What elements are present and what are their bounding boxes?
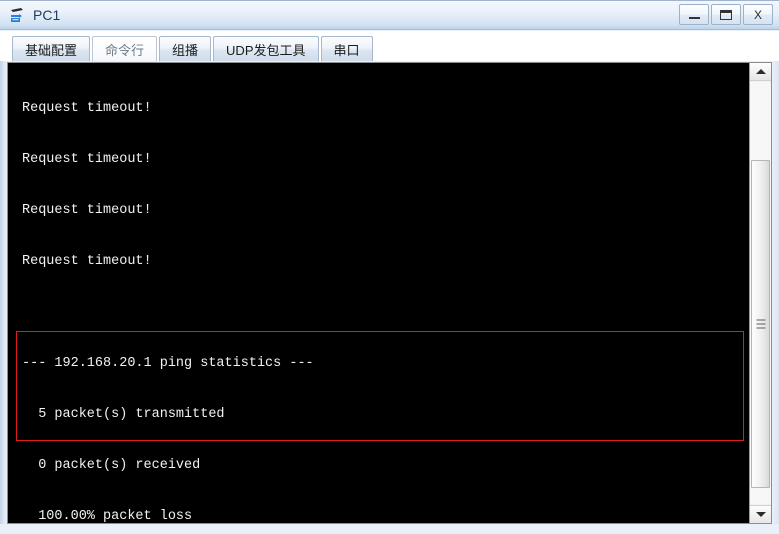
pc1-window: PC1 X 基础配置 命令行 组播 UDP发包工具 串口 Request tim… bbox=[0, 0, 779, 534]
tab-label: 命令行 bbox=[105, 42, 145, 58]
tab-multicast[interactable]: 组播 bbox=[159, 36, 212, 61]
window-left-edge bbox=[0, 61, 7, 534]
window-bottom-edge bbox=[0, 524, 779, 534]
terminal-line: --- 192.168.20.1 ping statistics --- bbox=[22, 356, 314, 371]
minimize-button[interactable] bbox=[679, 4, 709, 25]
tab-label: 串口 bbox=[333, 42, 360, 58]
close-icon: X bbox=[753, 7, 762, 22]
tab-list: 基础配置 命令行 组播 UDP发包工具 串口 bbox=[12, 36, 375, 61]
titlebar-left-group: PC1 bbox=[8, 3, 60, 27]
scroll-up-icon bbox=[755, 69, 766, 74]
tab-label: 组播 bbox=[172, 42, 199, 58]
window-controls: X bbox=[679, 4, 773, 25]
close-button[interactable]: X bbox=[743, 4, 773, 25]
scroll-up-button[interactable] bbox=[750, 63, 771, 81]
console-frame: Request timeout! Request timeout! Reques… bbox=[7, 62, 772, 524]
terminal-line: 100.00% packet loss bbox=[22, 509, 193, 523]
scrollbar-track[interactable] bbox=[750, 82, 771, 504]
vertical-scrollbar[interactable] bbox=[749, 63, 771, 523]
minimize-icon bbox=[680, 5, 708, 24]
terminal-line: Request timeout! bbox=[22, 203, 152, 218]
terminal-line: 0 packet(s) received bbox=[22, 458, 201, 473]
terminal-line: Request timeout! bbox=[22, 101, 152, 116]
maximize-icon bbox=[712, 5, 740, 24]
maximize-button[interactable] bbox=[711, 4, 741, 25]
tab-strip: 基础配置 命令行 组播 UDP发包工具 串口 bbox=[0, 31, 779, 61]
terminal-line: Request timeout! bbox=[22, 152, 152, 167]
tab-serial-port[interactable]: 串口 bbox=[320, 36, 373, 61]
window-title: PC1 bbox=[33, 7, 61, 23]
scroll-down-icon bbox=[755, 512, 766, 517]
scroll-down-button[interactable] bbox=[750, 505, 771, 523]
tab-command-line[interactable]: 命令行 bbox=[92, 36, 158, 61]
tab-udp-tool[interactable]: UDP发包工具 bbox=[213, 36, 319, 61]
window-right-edge bbox=[772, 61, 779, 534]
terminal-line: 5 packet(s) transmitted bbox=[22, 407, 225, 422]
tab-label: UDP发包工具 bbox=[226, 42, 306, 58]
window-titlebar: PC1 X bbox=[0, 0, 779, 30]
terminal-output[interactable]: Request timeout! Request timeout! Reques… bbox=[8, 63, 749, 523]
tab-basic-config[interactable]: 基础配置 bbox=[12, 36, 91, 61]
terminal-text-block: Request timeout! Request timeout! Reques… bbox=[22, 66, 468, 523]
pc-network-icon bbox=[8, 5, 28, 25]
tab-label: 基础配置 bbox=[25, 42, 78, 58]
scrollbar-thumb[interactable] bbox=[751, 160, 770, 488]
scrollbar-grip-icon bbox=[756, 319, 765, 329]
terminal-line: Request timeout! bbox=[22, 254, 152, 269]
